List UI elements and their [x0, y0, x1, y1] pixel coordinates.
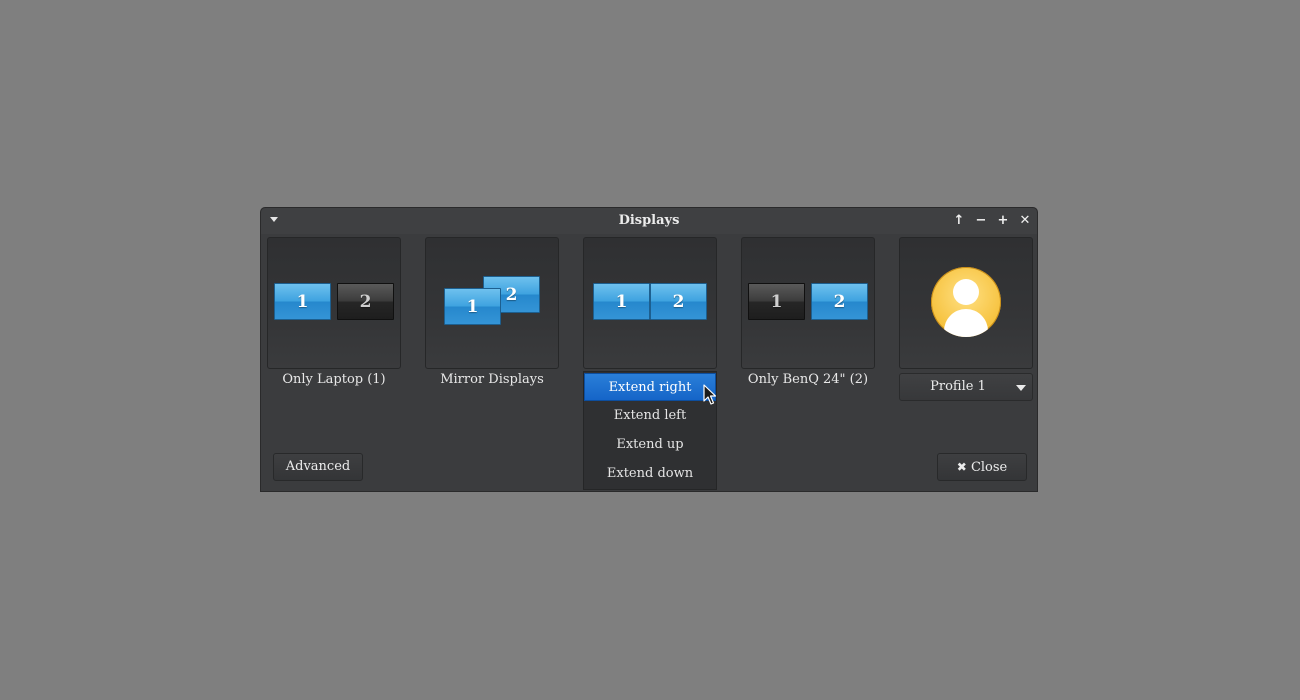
monitor-1-inactive: 1 — [748, 283, 805, 320]
advanced-button[interactable]: Advanced — [273, 453, 363, 481]
profile-tile[interactable] — [899, 237, 1033, 369]
chevron-down-icon — [1016, 385, 1026, 391]
layout-extend[interactable]: 1 2 — [583, 237, 717, 369]
displays-window: Displays ↑ − + ✕ 1 2 Only Laptop (1) 2 1… — [260, 207, 1038, 492]
close-icon: ✖ — [956, 460, 967, 474]
close-button[interactable]: ✖ Close — [937, 453, 1027, 481]
menu-item-extend-up[interactable]: Extend up — [584, 431, 716, 459]
monitor-2-inactive: 2 — [337, 283, 394, 320]
title-bar[interactable]: Displays ↑ − + ✕ — [261, 208, 1037, 234]
layout-mirror[interactable]: 2 1 — [425, 237, 559, 369]
layout-only-laptop[interactable]: 1 2 — [267, 237, 401, 369]
layout-label-only-laptop: Only Laptop (1) — [282, 372, 386, 387]
extend-menu: Extend right Extend left Extend up Exten… — [583, 371, 717, 490]
monitor-2-active: 2 — [811, 283, 868, 320]
menu-item-extend-down[interactable]: Extend down — [584, 460, 716, 488]
mouse-cursor-icon — [703, 384, 717, 405]
minimize-button[interactable]: − — [972, 212, 990, 230]
profile-select[interactable]: Profile 1 — [899, 373, 1033, 401]
window-title: Displays — [618, 213, 680, 228]
layout-only-benq[interactable]: 1 2 — [741, 237, 875, 369]
maximize-button[interactable]: + — [994, 212, 1012, 230]
menu-item-extend-right[interactable]: Extend right — [584, 373, 716, 401]
profile-select-value: Profile 1 — [930, 379, 986, 394]
monitor-2-active: 2 — [650, 283, 707, 320]
layout-label-only-benq: Only BenQ 24" (2) — [747, 372, 869, 387]
monitor-1-active: 1 — [593, 283, 650, 320]
monitor-1-active: 1 — [274, 283, 331, 320]
menu-item-extend-left[interactable]: Extend left — [584, 402, 716, 430]
user-avatar-icon — [931, 267, 1001, 337]
layout-label-mirror: Mirror Displays — [440, 372, 544, 387]
close-button-label: Close — [970, 460, 1008, 475]
keep-above-button[interactable]: ↑ — [950, 212, 968, 230]
close-window-button[interactable]: ✕ — [1016, 212, 1034, 230]
monitor-1-active: 1 — [444, 288, 501, 325]
